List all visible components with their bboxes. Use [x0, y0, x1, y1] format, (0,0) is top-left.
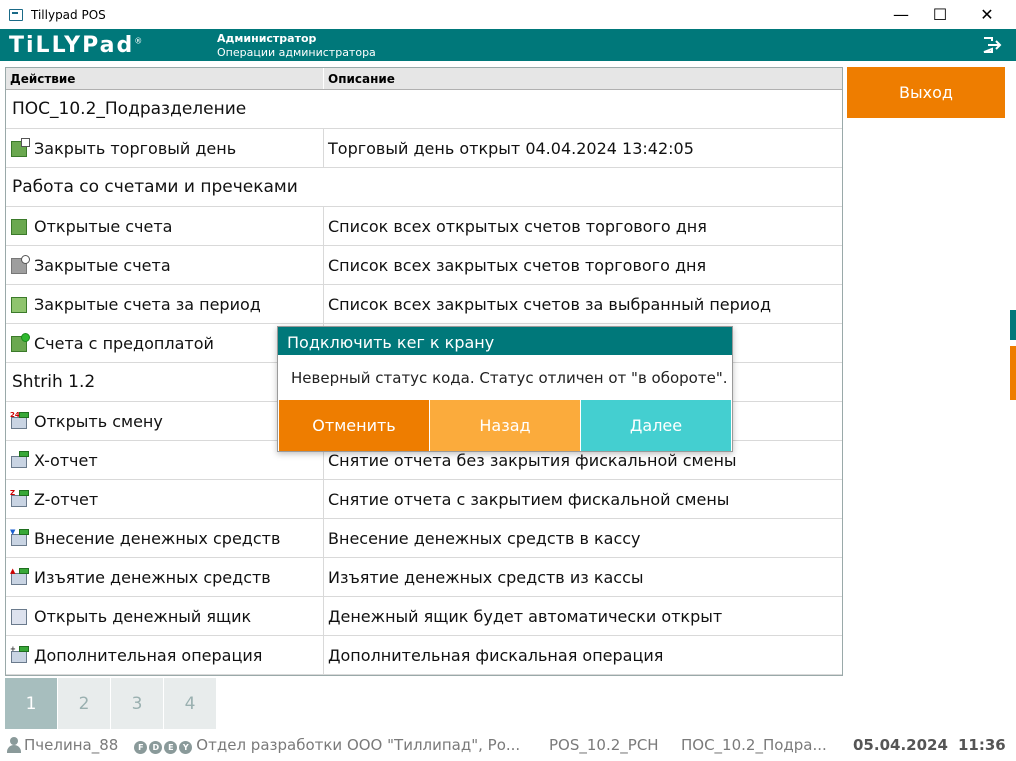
flag-f-icon: F: [134, 741, 148, 754]
operations-caption: Операции администратора: [217, 46, 376, 59]
table-row[interactable]: Закрытые счета Список всех закрытых счет…: [6, 246, 842, 285]
side-panel-edge: [1010, 310, 1016, 340]
cash-out-icon: ▲: [10, 567, 30, 587]
prepaid-checks-icon: [10, 333, 30, 353]
status-division: ПОС_10.2_Подра...: [681, 736, 827, 754]
table-row[interactable]: Открытые счета Список всех открытых счет…: [6, 207, 842, 246]
extra-operation-icon: +: [10, 645, 30, 665]
cancel-button[interactable]: Отменить: [279, 400, 429, 451]
z-report-icon: Z: [10, 489, 30, 509]
status-time: 11:36: [958, 736, 1006, 754]
flag-d-icon: D: [149, 741, 163, 754]
table-row[interactable]: ▼ Внесение денежных средств Внесение дене…: [6, 519, 842, 558]
tillypad-logo: TiLLYPad®: [9, 33, 145, 58]
table-row[interactable]: Z Z-отчет Снятие отчета с закрытием фиска…: [6, 480, 842, 519]
page-button-3[interactable]: 3: [111, 678, 163, 729]
table-header: Действие Описание: [6, 68, 842, 90]
table-row[interactable]: + Дополнительная операция Дополнительная …: [6, 636, 842, 675]
app-header: TiLLYPad® Администратор Операции админис…: [0, 29, 1016, 61]
column-header-action: Действие: [6, 68, 324, 89]
status-org: Отдел разработки ООО "Тиллипад", Ро...: [196, 736, 521, 754]
maximize-button[interactable]: ☐: [917, 0, 963, 29]
table-row[interactable]: ▲ Изъятие денежных средств Изъятие денежн…: [6, 558, 842, 597]
dialog-message: Неверный статус кода. Статус отличен от …: [291, 369, 728, 387]
open-checks-icon: [10, 216, 30, 236]
exit-button[interactable]: Выход: [847, 67, 1005, 118]
close-day-icon: [10, 138, 30, 158]
back-button[interactable]: Назад: [430, 400, 580, 451]
side-panel-edge-orange: [1010, 346, 1016, 400]
status-flags: FDEY: [134, 736, 194, 754]
user-icon: [7, 737, 21, 753]
window-titlebar: Tillypad POS — ☐ ✕: [0, 0, 1016, 29]
column-header-description: Описание: [328, 72, 395, 86]
dialog-title: Подключить кег к крану: [278, 327, 732, 355]
window-title: Tillypad POS: [31, 7, 106, 22]
next-button[interactable]: Далее: [581, 400, 731, 451]
close-button[interactable]: ✕: [964, 0, 1010, 29]
table-row[interactable]: Открыть денежный ящик Денежный ящик буде…: [6, 597, 842, 636]
cash-in-icon: ▼: [10, 528, 30, 548]
status-bar: Пчелина_88 FDEY Отдел разработки ООО "Ти…: [0, 732, 1016, 758]
logout-icon[interactable]: [982, 36, 1002, 54]
page-button-2[interactable]: 2: [58, 678, 110, 729]
page-button-4[interactable]: 4: [164, 678, 216, 729]
closed-checks-period-icon: [10, 294, 30, 314]
closed-checks-icon: [10, 255, 30, 275]
pager: 1 2 3 4: [5, 678, 217, 729]
dialog-buttons: Отменить Назад Далее: [279, 400, 731, 451]
cash-drawer-icon: [10, 606, 30, 626]
status-user: Пчелина_88: [24, 736, 119, 754]
keg-connect-dialog: Подключить кег к крану Неверный статус к…: [277, 326, 733, 452]
status-terminal: POS_10.2_РСН: [549, 736, 659, 754]
page-button-1[interactable]: 1: [5, 678, 57, 729]
table-row[interactable]: Закрыть торговый день Торговый день откр…: [6, 129, 842, 168]
flag-e-icon: E: [164, 741, 178, 754]
group-row-pos: ПОС_10.2_Подразделение: [6, 90, 842, 129]
app-icon: [9, 8, 23, 21]
table-row[interactable]: Закрытые счета за период Список всех зак…: [6, 285, 842, 324]
group-row-checks: Работа со счетами и пречеками: [6, 168, 842, 207]
open-shift-icon: 24: [10, 411, 30, 431]
flag-y-icon: Y: [179, 741, 193, 754]
user-role: Администратор: [217, 32, 317, 45]
status-date: 05.04.2024: [853, 736, 948, 754]
x-report-icon: [10, 450, 30, 470]
